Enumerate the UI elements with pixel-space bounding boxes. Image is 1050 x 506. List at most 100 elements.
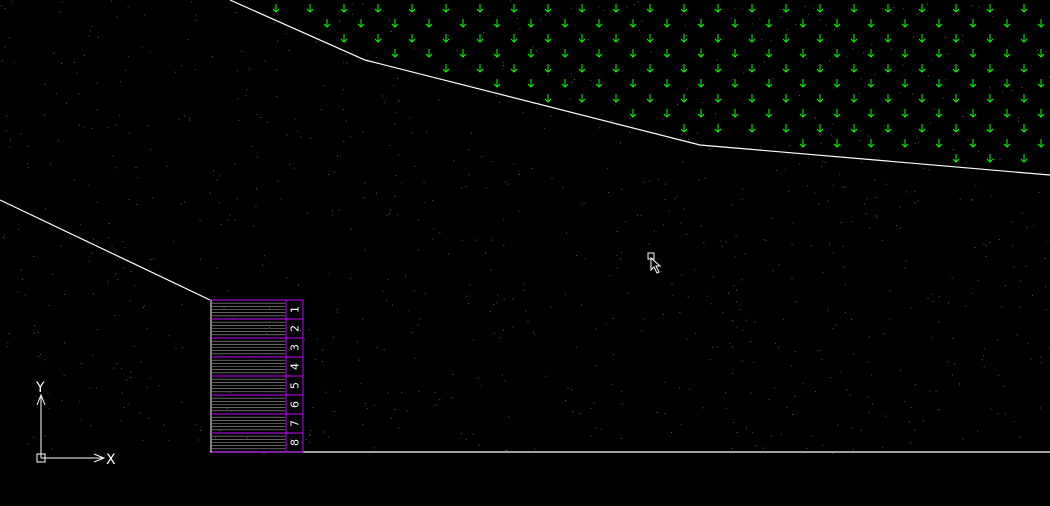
speckle-dot	[126, 379, 127, 381]
speckle-dot	[717, 346, 719, 348]
speckle-dot	[493, 332, 495, 334]
speckle-dot	[859, 140, 861, 142]
speckle-dot	[728, 292, 729, 294]
speckle-dot	[621, 437, 623, 439]
speckle-dot	[791, 278, 793, 280]
speckle-dot	[566, 232, 567, 234]
speckle-dot	[899, 206, 901, 208]
speckle-dot	[115, 124, 117, 126]
speckle-dot	[938, 296, 940, 298]
speckle-dot	[73, 62, 75, 63]
speckle-dot	[641, 20, 643, 22]
speckle-dot	[413, 48, 415, 50]
speckle-dot	[358, 359, 360, 361]
speckle-dot	[139, 412, 141, 414]
speckle-dot	[765, 240, 767, 242]
speckle-dot	[835, 324, 837, 326]
speckle-dot	[60, 245, 62, 247]
speckle-dot	[1045, 309, 1047, 311]
speckle-dot	[387, 278, 389, 280]
speckle-dot	[844, 186, 846, 188]
speckle-dot	[844, 284, 846, 286]
speckle-dot	[948, 361, 949, 363]
speckle-dot	[657, 178, 659, 180]
speckle-dot	[531, 168, 533, 169]
speckle-dot	[333, 171, 335, 173]
speckle-dot	[629, 131, 631, 133]
speckle-dot	[137, 177, 139, 179]
speckle-dot	[627, 292, 629, 294]
panel-number-3[interactable]: 3	[289, 344, 302, 351]
speckle-dot	[821, 166, 823, 168]
panel-number-7[interactable]: 7	[289, 420, 302, 427]
speckle-dot	[346, 41, 348, 43]
panel-number-5[interactable]: 5	[289, 382, 302, 389]
speckle-dot	[350, 136, 352, 138]
speckle-dot	[346, 62, 348, 64]
speckle-dot	[971, 5, 972, 7]
speckle-dot	[63, 374, 65, 376]
speckle-dot	[9, 146, 11, 148]
speckle-dot	[362, 3, 364, 5]
speckle-dot	[736, 326, 738, 328]
speckle-dot	[148, 417, 150, 419]
speckle-dot	[885, 183, 887, 185]
speckle-dot	[967, 139, 969, 141]
speckle-dot	[821, 359, 823, 361]
speckle-dot	[587, 38, 589, 40]
speckle-dot	[871, 374, 873, 376]
speckle-dot	[5, 130, 7, 132]
speckle-dot	[819, 350, 821, 352]
speckle-dot	[133, 285, 135, 287]
speckle-dot	[644, 318, 645, 320]
speckle-dot	[860, 78, 862, 80]
speckle-dot	[44, 435, 46, 437]
speckle-dot	[325, 391, 327, 393]
speckle-dot	[681, 274, 683, 276]
speckle-dot	[414, 357, 416, 359]
speckle-dot	[96, 109, 98, 111]
speckle-dot	[108, 237, 110, 239]
speckle-dot	[505, 181, 507, 183]
speckle-dot	[34, 325, 35, 326]
speckle-dot	[469, 284, 471, 286]
speckle-dot	[20, 133, 22, 135]
speckle-dot	[389, 213, 390, 215]
speckle-dot	[196, 20, 197, 21]
speckle-dot	[1026, 226, 1028, 228]
speckle-dot	[837, 424, 839, 426]
speckle-dot	[664, 413, 666, 415]
panel-number-6[interactable]: 6	[289, 401, 302, 408]
speckle-dot	[48, 408, 50, 410]
speckle-dot	[22, 278, 23, 280]
speckle-dot	[923, 167, 925, 169]
speckle-dot	[815, 391, 817, 393]
speckle-dot	[198, 439, 199, 441]
speckle-dot	[839, 173, 841, 175]
speckle-dot	[223, 307, 225, 309]
speckle-dot	[88, 260, 90, 262]
speckle-dot	[1012, 245, 1014, 247]
panel-number-1[interactable]: 1	[289, 306, 302, 313]
speckle-dot	[135, 167, 137, 168]
speckle-dot	[917, 200, 919, 202]
speckle-dot	[1009, 45, 1011, 47]
speckle-dot	[693, 269, 695, 271]
drawing-canvas[interactable]: 1 2 3 4 5 6 7 8 Y X	[0, 0, 1050, 506]
panel-number-4[interactable]: 4	[289, 363, 302, 370]
speckle-dot	[357, 341, 358, 343]
panel-number-2[interactable]: 2	[289, 325, 302, 332]
speckle-dot	[288, 50, 290, 51]
speckle-dot	[928, 169, 930, 171]
speckle-dot	[899, 227, 901, 229]
speckle-dot	[603, 10, 605, 11]
speckle-dot	[503, 244, 505, 246]
speckle-dot	[471, 132, 472, 134]
speckle-dot	[237, 98, 239, 100]
speckle-dot	[247, 437, 248, 439]
speckle-dot	[300, 136, 302, 138]
speckle-dot	[456, 50, 458, 52]
panel-number-8[interactable]: 8	[289, 439, 302, 446]
speckle-dot	[989, 242, 991, 244]
speckle-dot	[576, 254, 578, 256]
